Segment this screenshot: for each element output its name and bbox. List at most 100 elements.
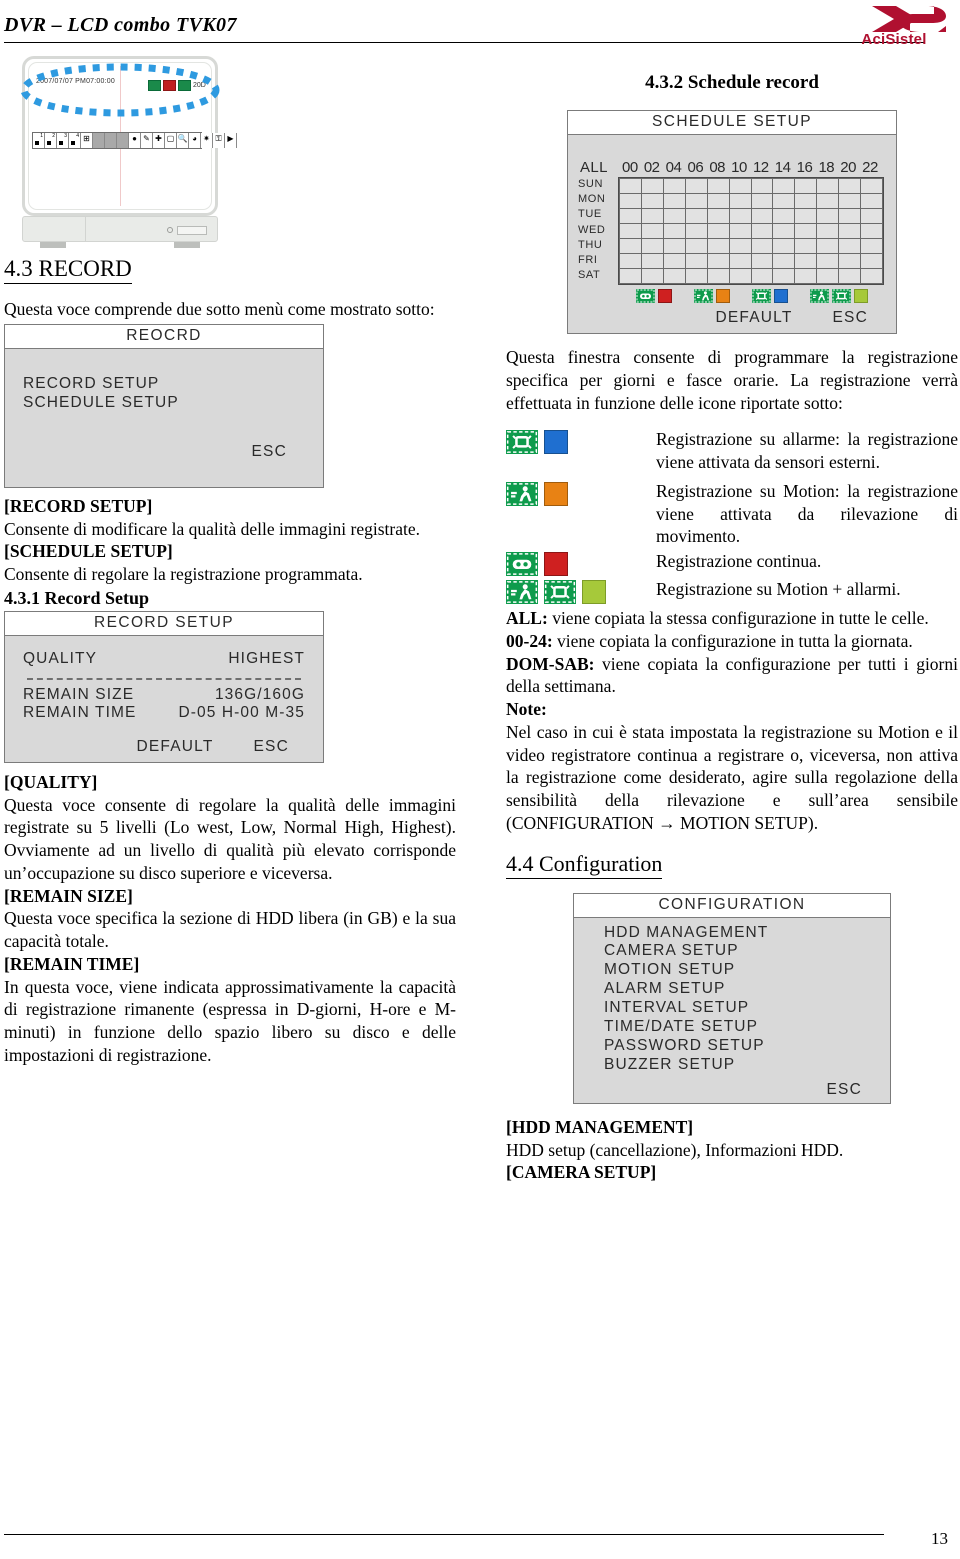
schedule-cell[interactable] bbox=[816, 223, 840, 239]
schedule-cell[interactable] bbox=[619, 223, 643, 239]
schedule-all-label[interactable]: ALL bbox=[580, 159, 608, 176]
day-label[interactable]: TUE bbox=[578, 207, 618, 222]
schedule-cell[interactable] bbox=[619, 268, 643, 284]
schedule-cell[interactable] bbox=[859, 238, 884, 254]
schedule-cell[interactable] bbox=[728, 193, 752, 209]
schedule-cell[interactable] bbox=[728, 178, 752, 194]
schedule-cell[interactable] bbox=[684, 208, 708, 224]
hour-label[interactable]: 08 bbox=[709, 159, 731, 176]
hour-label[interactable]: 22 bbox=[862, 159, 884, 176]
schedule-cell[interactable] bbox=[816, 193, 840, 209]
config-item-buzzer-setup[interactable]: BUZZER SETUP bbox=[604, 1056, 876, 1075]
record-setup-esc-button[interactable]: ESC bbox=[254, 738, 289, 756]
schedule-cell[interactable] bbox=[684, 178, 708, 194]
hour-label[interactable]: 10 bbox=[731, 159, 753, 176]
hour-label[interactable]: 12 bbox=[753, 159, 775, 176]
legend-motion[interactable] bbox=[694, 289, 730, 303]
record-setup-quality-row[interactable]: QUALITY HIGHEST bbox=[23, 650, 305, 668]
hour-label[interactable]: 20 bbox=[840, 159, 862, 176]
schedule-cell[interactable] bbox=[706, 178, 730, 194]
schedule-cell[interactable] bbox=[816, 253, 840, 269]
schedule-cell[interactable] bbox=[859, 208, 884, 224]
schedule-cell[interactable] bbox=[750, 268, 774, 284]
schedule-cell[interactable] bbox=[750, 253, 774, 269]
schedule-cell[interactable] bbox=[684, 253, 708, 269]
schedule-cell[interactable] bbox=[772, 253, 796, 269]
schedule-cell[interactable] bbox=[772, 268, 796, 284]
schedule-cell[interactable] bbox=[641, 268, 664, 284]
schedule-cell[interactable] bbox=[684, 238, 708, 254]
schedule-cell[interactable] bbox=[750, 208, 774, 224]
schedule-cell[interactable] bbox=[706, 253, 730, 269]
schedule-cell[interactable] bbox=[794, 178, 818, 194]
schedule-cell[interactable] bbox=[684, 223, 708, 239]
schedule-cell[interactable] bbox=[641, 178, 664, 194]
schedule-cell[interactable] bbox=[750, 193, 774, 209]
schedule-cell[interactable] bbox=[772, 193, 796, 209]
schedule-cell[interactable] bbox=[641, 253, 664, 269]
schedule-cell[interactable] bbox=[619, 208, 643, 224]
schedule-cell[interactable] bbox=[641, 238, 664, 254]
schedule-cell[interactable] bbox=[728, 208, 752, 224]
record-setup-default-button[interactable]: DEFAULT bbox=[137, 738, 214, 756]
schedule-cell[interactable] bbox=[662, 253, 686, 269]
day-label[interactable]: THU bbox=[578, 238, 618, 253]
schedule-cell[interactable] bbox=[838, 223, 861, 239]
schedule-cell[interactable] bbox=[859, 193, 884, 209]
schedule-cell[interactable] bbox=[816, 238, 840, 254]
hour-label[interactable]: 06 bbox=[687, 159, 709, 176]
reocrd-esc-button[interactable]: ESC bbox=[23, 443, 309, 461]
schedule-cell[interactable] bbox=[772, 223, 796, 239]
hour-label[interactable]: 14 bbox=[775, 159, 797, 176]
schedule-cell[interactable] bbox=[619, 178, 643, 194]
schedule-cell[interactable] bbox=[750, 223, 774, 239]
schedule-cell[interactable] bbox=[619, 238, 643, 254]
config-item-interval-setup[interactable]: INTERVAL SETUP bbox=[604, 999, 876, 1018]
schedule-cell[interactable] bbox=[794, 253, 818, 269]
day-label[interactable]: SAT bbox=[578, 268, 618, 283]
schedule-cell[interactable] bbox=[838, 193, 861, 209]
schedule-cell[interactable] bbox=[859, 178, 884, 194]
day-label[interactable]: WED bbox=[578, 223, 618, 238]
schedule-cell[interactable] bbox=[619, 253, 643, 269]
schedule-cell[interactable] bbox=[838, 238, 861, 254]
config-item-alarm-setup[interactable]: ALARM SETUP bbox=[604, 980, 876, 999]
schedule-cell[interactable] bbox=[619, 193, 643, 209]
schedule-cell[interactable] bbox=[662, 223, 686, 239]
hour-label[interactable]: 04 bbox=[666, 159, 688, 176]
schedule-cell[interactable] bbox=[684, 268, 708, 284]
schedule-cell[interactable] bbox=[859, 268, 884, 284]
schedule-cell[interactable] bbox=[641, 193, 664, 209]
schedule-cell[interactable] bbox=[728, 238, 752, 254]
schedule-cell[interactable] bbox=[706, 208, 730, 224]
day-label[interactable]: SUN bbox=[578, 177, 618, 192]
schedule-cell[interactable] bbox=[794, 208, 818, 224]
schedule-cell[interactable] bbox=[859, 253, 884, 269]
schedule-cell[interactable] bbox=[662, 268, 686, 284]
day-label[interactable]: MON bbox=[578, 192, 618, 207]
hour-label[interactable]: 02 bbox=[644, 159, 666, 176]
schedule-cell[interactable] bbox=[662, 193, 686, 209]
configuration-esc-button[interactable]: ESC bbox=[604, 1081, 876, 1099]
schedule-cell[interactable] bbox=[641, 223, 664, 239]
schedule-cell[interactable] bbox=[662, 208, 686, 224]
schedule-cell[interactable] bbox=[838, 208, 861, 224]
schedule-cell[interactable] bbox=[794, 268, 818, 284]
schedule-cell[interactable] bbox=[706, 268, 730, 284]
schedule-cell[interactable] bbox=[728, 253, 752, 269]
schedule-cell[interactable] bbox=[772, 178, 796, 194]
schedule-cell[interactable] bbox=[859, 223, 884, 239]
reocrd-item-record-setup[interactable]: RECORD SETUP bbox=[23, 375, 309, 394]
hour-label[interactable]: 18 bbox=[818, 159, 840, 176]
reocrd-item-schedule-setup[interactable]: SCHEDULE SETUP bbox=[23, 394, 309, 413]
config-item-motion-setup[interactable]: MOTION SETUP bbox=[604, 961, 876, 980]
config-item-hdd-management[interactable]: HDD MANAGEMENT bbox=[604, 924, 876, 943]
schedule-cell[interactable] bbox=[772, 208, 796, 224]
schedule-cell[interactable] bbox=[706, 238, 730, 254]
schedule-cell[interactable] bbox=[816, 268, 840, 284]
schedule-grid[interactable] bbox=[618, 177, 884, 285]
schedule-cell[interactable] bbox=[838, 253, 861, 269]
schedule-cell[interactable] bbox=[706, 193, 730, 209]
schedule-cell[interactable] bbox=[728, 223, 752, 239]
schedule-cell[interactable] bbox=[684, 193, 708, 209]
